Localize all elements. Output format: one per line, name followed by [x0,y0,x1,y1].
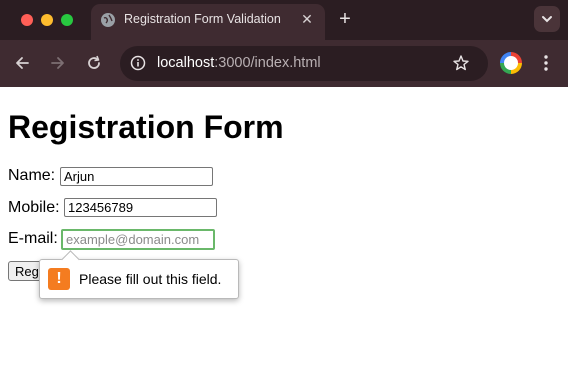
url-path: :3000/index.html [214,55,321,71]
tab-search-button[interactable] [534,6,560,32]
validation-message: Please fill out this field. [79,271,222,287]
email-input[interactable] [61,229,215,250]
globe-icon [101,13,115,27]
tab-title: Registration Form Validation [124,12,281,26]
chevron-down-icon [542,16,552,23]
browser-titlebar: Registration Form Validation ✕ + [0,0,568,40]
minimize-window-button[interactable] [41,14,53,26]
tab-close-icon[interactable]: ✕ [298,10,316,28]
new-tab-icon[interactable]: + [335,9,355,29]
reload-icon[interactable] [84,53,104,73]
email-label: E-mail: [8,230,58,247]
browser-tab[interactable]: Registration Form Validation ✕ [91,4,325,40]
kebab-menu-icon[interactable] [538,54,554,72]
back-arrow-icon[interactable] [12,53,32,73]
browser-toolbar: localhost:3000/index.html [0,40,568,87]
address-bar[interactable]: localhost:3000/index.html [120,46,488,81]
url-text: localhost:3000/index.html [157,55,321,71]
maximize-window-button[interactable] [61,14,73,26]
close-window-button[interactable] [21,14,33,26]
page-content: Registration Form Name: Mobile: E-mail: … [0,87,568,375]
validation-tooltip: ! Please fill out this field. [39,250,239,299]
forward-arrow-icon[interactable] [48,53,68,73]
url-host: localhost [157,55,215,71]
site-info-icon[interactable] [130,55,146,71]
page-title: Registration Form [8,109,284,145]
name-label: Name: [8,167,56,184]
warning-icon: ! [48,268,70,290]
bookmark-star-icon[interactable] [452,54,470,72]
name-input[interactable] [60,167,213,186]
mobile-label: Mobile: [8,199,60,216]
mobile-input[interactable] [64,198,217,217]
profile-avatar[interactable] [500,52,522,74]
